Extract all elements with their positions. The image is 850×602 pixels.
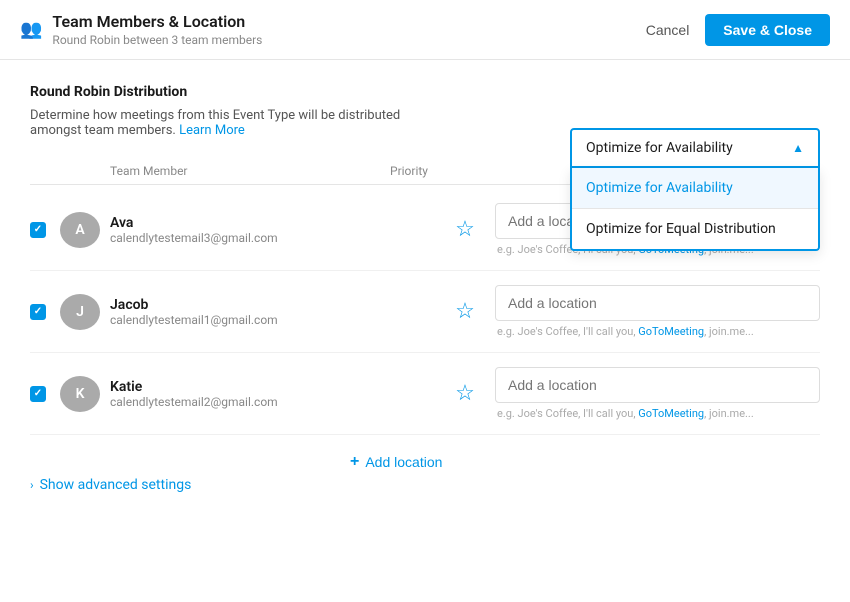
- page-title: Team Members & Location: [52, 12, 262, 31]
- chevron-up-icon: ▲: [792, 141, 804, 155]
- section-title: Round Robin Distribution: [30, 84, 820, 100]
- location-input-jacob[interactable]: [495, 285, 820, 321]
- dropdown-menu: Optimize for Availability Optimize for E…: [570, 168, 820, 251]
- cancel-button[interactable]: Cancel: [634, 14, 702, 46]
- checkbox-jacob[interactable]: [30, 304, 46, 320]
- main-content: Round Robin Distribution Determine how m…: [0, 60, 850, 513]
- member-priority-katie[interactable]: ☆: [435, 381, 495, 406]
- section-description: Determine how meetings from this Event T…: [30, 108, 410, 138]
- member-info-ava: Ava calendlytestemail3@gmail.com: [110, 215, 435, 245]
- chevron-right-icon: ›: [30, 478, 34, 492]
- header-titles: Team Members & Location Round Robin betw…: [52, 12, 262, 47]
- star-icon-ava[interactable]: ☆: [455, 217, 475, 242]
- advanced-settings-toggle[interactable]: › Show advanced settings: [30, 477, 191, 493]
- member-info-jacob: Jacob calendlytestemail1@gmail.com: [110, 297, 435, 327]
- col-header-priority: Priority: [390, 164, 450, 178]
- checkbox-ava[interactable]: [30, 222, 46, 238]
- dropdown-trigger[interactable]: Optimize for Availability ▲: [570, 128, 820, 168]
- member-location-katie: e.g. Joe's Coffee, I'll call you, GoToMe…: [495, 367, 820, 420]
- distribution-dropdown-container: Optimize for Availability ▲ Optimize for…: [570, 128, 820, 251]
- member-name-katie: Katie: [110, 379, 435, 395]
- team-icon: 👥: [20, 19, 42, 40]
- dropdown-item-availability[interactable]: Optimize for Availability: [572, 168, 818, 208]
- learn-more-link[interactable]: Learn More: [179, 123, 245, 138]
- page-subtitle: Round Robin between 3 team members: [52, 33, 262, 47]
- dropdown-item-equal[interactable]: Optimize for Equal Distribution: [572, 208, 818, 249]
- table-row: J Jacob calendlytestemail1@gmail.com ☆ e…: [30, 271, 820, 353]
- header-left: 👥 Team Members & Location Round Robin be…: [20, 12, 262, 47]
- star-icon-katie[interactable]: ☆: [455, 381, 475, 406]
- member-checkbox-katie[interactable]: [30, 386, 60, 402]
- location-hint-jacob: e.g. Joe's Coffee, I'll call you, GoToMe…: [495, 325, 820, 338]
- member-location-jacob: e.g. Joe's Coffee, I'll call you, GoToMe…: [495, 285, 820, 338]
- member-info-katie: Katie calendlytestemail2@gmail.com: [110, 379, 435, 409]
- member-priority-jacob[interactable]: ☆: [435, 299, 495, 324]
- member-priority-ava[interactable]: ☆: [435, 217, 495, 242]
- member-email-jacob: calendlytestemail1@gmail.com: [110, 313, 435, 327]
- member-email-ava: calendlytestemail3@gmail.com: [110, 231, 435, 245]
- checkbox-katie[interactable]: [30, 386, 46, 402]
- avatar-ava: A: [60, 212, 100, 248]
- header: 👥 Team Members & Location Round Robin be…: [0, 0, 850, 60]
- member-checkbox-ava[interactable]: [30, 222, 60, 238]
- add-location-button[interactable]: + Add location: [350, 453, 442, 471]
- location-input-katie[interactable]: [495, 367, 820, 403]
- location-hint-katie: e.g. Joe's Coffee, I'll call you, GoToMe…: [495, 407, 820, 420]
- col-header-member: Team Member: [110, 164, 390, 178]
- advanced-settings-label: Show advanced settings: [40, 477, 192, 493]
- member-name-ava: Ava: [110, 215, 435, 231]
- table-row: K Katie calendlytestemail2@gmail.com ☆ e…: [30, 353, 820, 435]
- star-icon-jacob[interactable]: ☆: [455, 299, 475, 324]
- gotomeeting-link-jacob[interactable]: GoToMeeting: [638, 325, 704, 338]
- gotomeeting-link-katie[interactable]: GoToMeeting: [638, 407, 704, 420]
- dropdown-selected-label: Optimize for Availability: [586, 140, 733, 156]
- avatar-jacob: J: [60, 294, 100, 330]
- plus-icon: +: [350, 453, 359, 471]
- save-button[interactable]: Save & Close: [705, 14, 830, 46]
- header-actions: Cancel Save & Close: [634, 14, 830, 46]
- member-name-jacob: Jacob: [110, 297, 435, 313]
- avatar-katie: K: [60, 376, 100, 412]
- member-email-katie: calendlytestemail2@gmail.com: [110, 395, 435, 409]
- member-checkbox-jacob[interactable]: [30, 304, 60, 320]
